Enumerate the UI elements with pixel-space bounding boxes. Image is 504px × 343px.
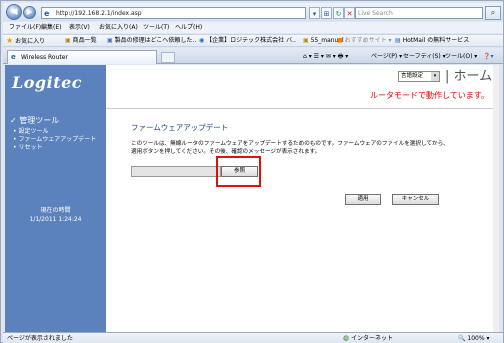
menu-favorites[interactable]: お気に入り(A) [99, 23, 138, 32]
favicon-icon: ▣ [107, 37, 113, 44]
ie-page-icon: e [44, 9, 50, 18]
favicon-icon: ▣ [65, 37, 71, 44]
zoom-level[interactable]: 🔍 100% ▾ [458, 334, 489, 343]
tab-title: Wireless Router [21, 54, 68, 61]
language-select-value: 言語設定 [401, 73, 424, 79]
favorite-item-products[interactable]: ▣ 商品一覧 [65, 36, 97, 46]
stop-icon[interactable]: ✕ [344, 7, 355, 19]
home-command-icon[interactable]: ⌂ ▾ ☰ ▾ ✉ ▾ 🖶 ▾ [303, 52, 348, 61]
back-button[interactable]: ◀ [6, 4, 22, 20]
language-select[interactable]: 言語設定 ▾ [398, 71, 440, 82]
page-title: ファームウェアアップデート [131, 123, 229, 132]
search-input[interactable]: Live Search [355, 7, 483, 19]
search-placeholder: Live Search [358, 10, 393, 17]
main-content: ファームウェアアップデート このツールは、無線ルータのファームウェアをアップデー… [106, 109, 499, 332]
logo-text: Logitec [12, 73, 82, 92]
sidebar-title: ✓ 管理ツール [10, 116, 60, 125]
address-dropdown-icon[interactable]: ▾ [309, 7, 320, 19]
tab-wireless-router[interactable]: e Wireless Router [7, 50, 157, 64]
highlight-box [216, 156, 261, 187]
favorite-item-logitec[interactable]: ◉ 【企業】ロジテック株式会社 バ.. [199, 36, 296, 46]
status-bar: ページが表示されました ◍ インターネット 🔍 100% ▾ [3, 332, 503, 343]
menu-file[interactable]: ファイル(F) [9, 23, 41, 32]
forward-arrow-icon: ▶ [26, 8, 33, 16]
tab-bar: e Wireless Router ⌂ ▾ ☰ ▾ ✉ ▾ 🖶 ▾ ページ(P)… [3, 48, 503, 64]
page-viewport: Logitec 言語設定 ▾ | ホーム | ルータモードで動作しています。 ✓… [5, 65, 501, 332]
sidebar-item-reset[interactable]: • リセット [13, 144, 42, 152]
cancel-button[interactable]: キャンセル [392, 194, 439, 205]
sidebar-item-settings-tool[interactable]: • 設定ツール [13, 128, 48, 136]
router-mode-status: ルータモードで動作しています。 [370, 91, 489, 100]
help-icon[interactable]: ❓▾ [483, 52, 493, 61]
page-description: このツールは、無線ルータのファームウェアをアップデートするためのものです。ファー… [131, 141, 449, 155]
globe-icon: ◍ [343, 334, 350, 342]
favorites-star-icon: ★ [6, 36, 14, 45]
vertical-scrollbar[interactable] [493, 65, 499, 332]
home-label: ホーム [453, 69, 493, 84]
status-text: ページが表示されました [7, 335, 73, 342]
favorites-button[interactable]: ★ お気に入り [6, 36, 45, 47]
menu-tools[interactable]: ツール(T) [143, 23, 169, 32]
page-menu[interactable]: ページ(P) ▾ [371, 52, 402, 61]
menu-edit[interactable]: 編集(E) [41, 23, 61, 32]
browser-window: ◀ ▶ e http://192.168.2.1/index.asp ▾ ⊞ ↻… [0, 0, 504, 343]
favicon-icon: ▤ [395, 37, 401, 44]
favorite-item-repair[interactable]: ▣ 製品の修理はどこへ依頼した.. [107, 36, 196, 46]
forward-button[interactable]: ▶ [23, 6, 36, 19]
chevron-down-icon: ▾ [431, 72, 439, 81]
menu-help[interactable]: ヘルプ(H) [175, 23, 202, 32]
safety-menu[interactable]: セーフティ(S) ▾ [403, 52, 446, 61]
compatibility-icon[interactable]: ⊞ [321, 7, 332, 19]
back-arrow-icon: ◀ [10, 7, 18, 17]
favicon-icon: ▣ [303, 37, 309, 44]
search-icon: ⌕ [490, 8, 496, 17]
favicon-icon: ■ [337, 37, 343, 44]
ie-page-icon: e [11, 53, 16, 61]
sidebar-item-firmware-update[interactable]: • ファームウェアアップデート [13, 136, 96, 144]
favorites-bar: ★ お気に入り ▣ 商品一覧 ▣ 製品の修理はどこへ依頼した.. ◉ 【企業】ロ… [3, 34, 503, 47]
menu-view[interactable]: 表示(V) [69, 23, 90, 32]
search-button[interactable]: ⌕ [485, 6, 501, 20]
sidebar: ✓ 管理ツール • 設定ツール • ファームウェアアップデート • リセット 現… [5, 109, 106, 332]
router-header: Logitec 言語設定 ▾ | ホーム | ルータモードで動作しています。 [5, 65, 501, 109]
refresh-icon[interactable]: ↻ [333, 7, 344, 19]
current-time-label: 現在の時間 [40, 207, 71, 214]
favorite-item-hotmail[interactable]: ▤ HotMail の無料サービス [395, 36, 469, 46]
favicon-icon: ◉ [199, 37, 205, 44]
address-bar[interactable]: e http://192.168.2.1/index.asp [41, 7, 306, 19]
logitec-logo: Logitec [5, 65, 106, 109]
address-url: http://192.168.2.1/index.asp [56, 10, 142, 17]
security-zone[interactable]: ◍ インターネット [343, 334, 393, 343]
apply-button[interactable]: 適用 [345, 194, 381, 205]
current-time-value: 1/1/2011 1:24:24 [29, 216, 82, 223]
tools-menu[interactable]: ツール(O) ▾ [445, 52, 477, 61]
menu-bar: ファイル(F) 編集(E) 表示(V) お気に入り(A) ツール(T) ヘルプ(… [3, 22, 503, 33]
new-tab-button[interactable] [161, 52, 175, 63]
address-toolbar: ◀ ▶ e http://192.168.2.1/index.asp ▾ ⊞ ↻… [3, 3, 503, 21]
firmware-file-input[interactable] [131, 166, 221, 177]
favorite-item-suggested[interactable]: ■ おすすめサイト ▾ [337, 36, 392, 46]
